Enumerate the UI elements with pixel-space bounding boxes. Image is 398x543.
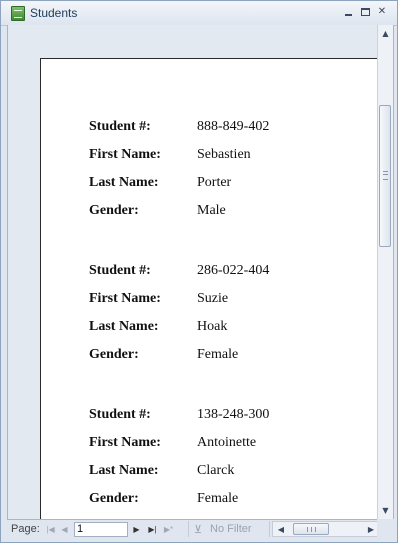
minimize-icon [344,14,352,16]
next-page-button[interactable]: ▶ [131,523,142,535]
report-window: Students ✕ Student #: 888-849-402 First … [0,0,398,543]
horizontal-scroll-thumb[interactable] [293,523,329,535]
gender-value: Female [197,347,239,362]
student-number-value: 138-248-300 [197,407,270,422]
grip-icon [307,527,316,532]
maximize-icon [360,8,370,16]
last-name-label: Last Name: [89,463,159,478]
scroll-left-button[interactable]: ◀ [275,523,287,535]
last-name-value: Hoak [197,319,228,334]
vertical-scroll-thumb[interactable] [379,105,391,247]
maximize-button[interactable] [358,6,372,18]
first-name-label: First Name: [89,291,161,306]
first-name-value: Antoinette [197,435,257,450]
new-page-button[interactable]: ▶* [163,523,174,535]
student-number-label: Student #: [89,407,151,422]
size-grip [377,519,393,538]
vertical-scrollbar[interactable]: ▲ ▼ [377,25,393,519]
last-name-label: Last Name: [89,319,159,334]
close-icon: ✕ [377,6,387,17]
first-page-button[interactable]: |◀ [45,523,56,535]
scroll-up-button[interactable]: ▲ [378,26,393,41]
navigation-bar: Page: |◀ ◀ ▶ ▶| ▶* ⊻ No Filter ◀ ▶ [7,519,392,539]
scroll-down-button[interactable]: ▼ [378,503,393,518]
first-name-value: Sebastien [197,147,251,162]
app-icon [11,6,25,21]
prev-page-icon: ◀ [61,524,68,534]
last-page-button[interactable]: ▶| [147,523,158,535]
arrow-left-icon: ◀ [277,524,285,534]
gender-label: Gender: [89,203,139,218]
first-name-label: First Name: [89,147,161,162]
first-page-icon: |◀ [46,524,55,534]
grip-icon [383,171,388,180]
page-number-input[interactable] [74,522,128,537]
filter-label: No Filter [210,523,252,535]
last-name-value: Porter [197,175,232,190]
horizontal-scrollbar[interactable]: ◀ ▶ [272,521,380,537]
last-name-value: Clarck [197,463,235,478]
prev-page-button[interactable]: ◀ [59,523,70,535]
arrow-down-icon: ▼ [382,506,389,515]
student-number-value: 286-022-404 [197,263,270,278]
scroll-right-button[interactable]: ▶ [365,523,377,535]
next-page-icon: ▶ [133,524,140,534]
title-bar[interactable]: Students ✕ [1,1,397,26]
first-name-value: Suzie [197,291,229,306]
last-name-label: Last Name: [89,175,159,190]
filter-toggle[interactable]: ⊻ No Filter [188,521,270,537]
student-number-label: Student #: [89,263,151,278]
arrow-right-icon: ▶ [367,524,375,534]
window-title: Students [30,6,78,20]
new-page-icon: ▶* [163,524,174,534]
report-page: Student #: 888-849-402 First Name: Sebas… [40,58,386,519]
gender-value: Female [197,491,239,506]
gender-value: Male [197,203,226,218]
student-number-label: Student #: [89,119,151,134]
last-page-icon: ▶| [148,524,157,534]
student-number-value: 888-849-402 [197,119,270,134]
gender-label: Gender: [89,347,139,362]
gender-label: Gender: [89,491,139,506]
close-button[interactable]: ✕ [375,6,389,18]
arrow-up-icon: ▲ [382,29,389,38]
report-viewport: Student #: 888-849-402 First Name: Sebas… [7,25,394,519]
page-label: Page: [11,523,40,535]
funnel-icon: ⊻ [194,524,203,536]
first-name-label: First Name: [89,435,161,450]
minimize-button[interactable] [341,6,355,18]
